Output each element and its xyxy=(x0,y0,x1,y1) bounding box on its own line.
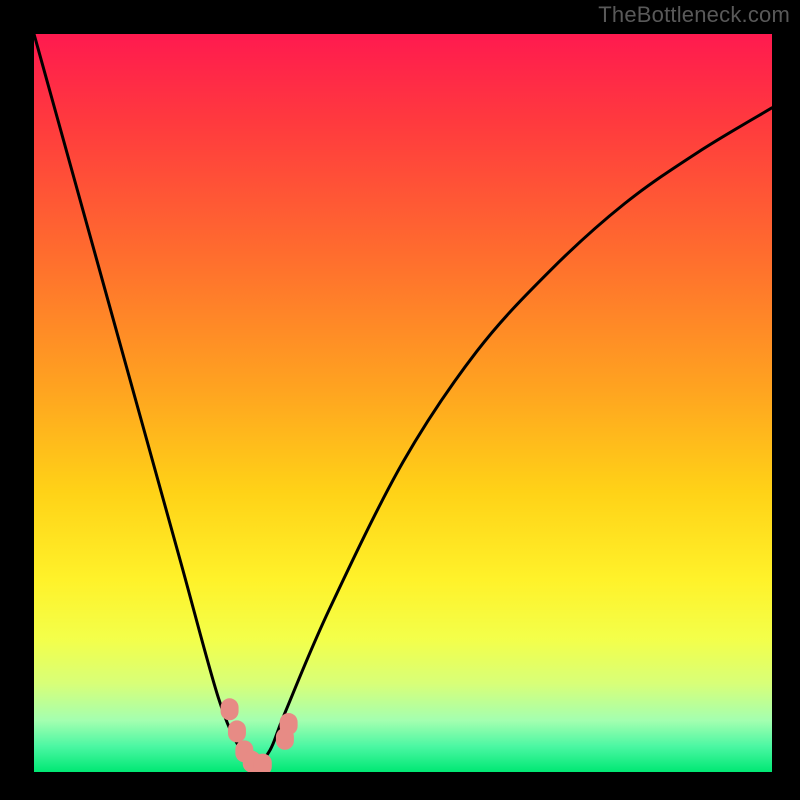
measured-point xyxy=(221,698,239,720)
measured-point xyxy=(228,720,246,742)
chart-frame: TheBottleneck.com xyxy=(0,0,800,800)
measured-point xyxy=(254,754,272,772)
measured-point xyxy=(280,713,298,735)
chart-svg xyxy=(34,34,772,772)
bottleneck-chart xyxy=(34,34,772,772)
attribution-watermark: TheBottleneck.com xyxy=(598,2,790,28)
gradient-background xyxy=(34,34,772,772)
